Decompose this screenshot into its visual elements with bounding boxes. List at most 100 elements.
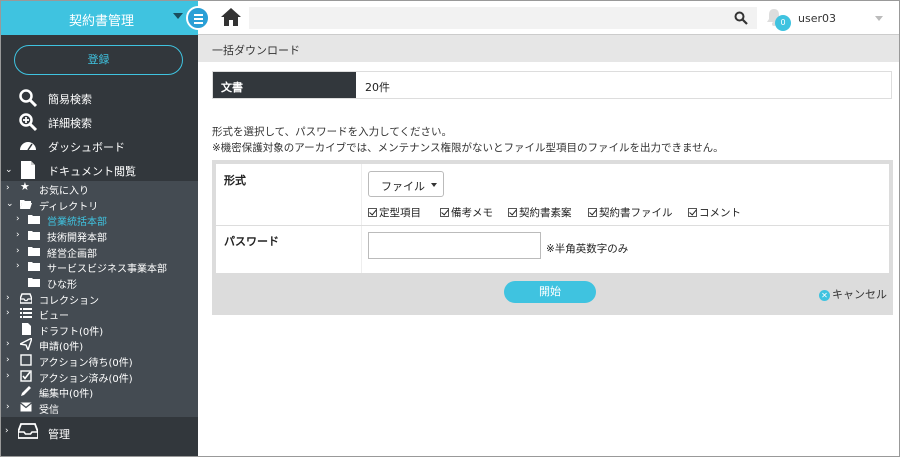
chevron-right-icon[interactable]: ›	[6, 293, 10, 303]
tree-item-tech-dev[interactable]: › 技術開発本部	[1, 228, 198, 244]
inbox-icon	[20, 293, 32, 304]
chevron-down-icon[interactable]	[875, 16, 883, 21]
download-form: 形式 ファイル 定型項目 備考メモ 契約書素案 契約書ファイル コメント パスワ…	[212, 160, 893, 315]
summary-value: 20件	[365, 81, 390, 94]
warning-text: ※機密保護対象のアーカイブでは、メンテナンス権限がないとファイル型項目のファイル…	[212, 142, 724, 154]
checkbox-checked-icon[interactable]	[440, 208, 449, 217]
checkbox-comment[interactable]: コメント	[688, 205, 741, 220]
page-header: 一括ダウンロード	[198, 35, 899, 62]
tree-item-label: ディレクトリ	[39, 202, 99, 213]
close-icon: ✕	[819, 290, 830, 301]
tree-item-label: サービスビジネス事業本部	[47, 264, 167, 275]
tree-item-label: アクション待ち(0件)	[39, 358, 133, 369]
tree-item-service-business[interactable]: › サービスビジネス事業本部	[1, 259, 198, 275]
password-input[interactable]	[368, 232, 541, 259]
tree-item-label: 申請(0件)	[39, 342, 84, 353]
tree-item-label: コレクション	[39, 296, 99, 307]
search-icon[interactable]	[734, 11, 748, 25]
sidebar-item-label: ドキュメント閲覧	[48, 165, 136, 178]
checkbox-label: 契約書ファイル	[599, 207, 673, 219]
document-icon	[21, 161, 35, 179]
tree-item-label: ビュー	[39, 311, 69, 322]
checkbox-checked-icon[interactable]	[368, 208, 377, 217]
password-note: ※半角英数字のみ	[546, 243, 629, 255]
checkbox-contract-file[interactable]: 契約書ファイル	[588, 205, 673, 220]
tree-item-sales-hq[interactable]: › 営業統括本部	[1, 212, 198, 228]
summary-label: 文書	[213, 72, 356, 98]
tree-item-label: 受信	[39, 405, 59, 416]
chevron-down-icon[interactable]: ⌄	[6, 199, 14, 209]
tree-item-draft[interactable]: ドラフト(0件)	[1, 322, 198, 338]
tree-item-templates[interactable]: ひな形	[1, 275, 198, 291]
tree-item-application[interactable]: › 申請(0件)	[1, 337, 198, 353]
list-icon	[20, 308, 32, 318]
chevron-right-icon[interactable]: ›	[6, 371, 10, 381]
folder-icon	[28, 278, 40, 287]
notification-badge[interactable]: 0	[775, 15, 791, 31]
sidebar-item-dashboard[interactable]: ダッシュボード	[1, 135, 198, 157]
tree-item-corporate-planning[interactable]: › 経営企画部	[1, 244, 198, 260]
chevron-down-icon[interactable]: ⌄	[5, 165, 13, 175]
chevron-right-icon[interactable]: ›	[6, 402, 10, 412]
sidebar-item-label: 簡易検索	[48, 93, 92, 106]
form-panel: 形式 ファイル 定型項目 備考メモ 契約書素案 契約書ファイル コメント パスワ…	[216, 164, 889, 273]
chevron-right-icon[interactable]: ›	[16, 230, 20, 240]
tree-item-action-pending[interactable]: › アクション待ち(0件)	[1, 353, 198, 369]
sidebar-item-label: 管理	[48, 428, 70, 441]
user-menu[interactable]: user03	[798, 12, 836, 25]
home-icon[interactable]	[220, 7, 242, 27]
tree-item-collection[interactable]: › コレクション	[1, 291, 198, 307]
checkbox-checked-icon[interactable]	[588, 208, 597, 217]
checkbox-standard-items[interactable]: 定型項目	[368, 205, 421, 220]
chevron-right-icon[interactable]: ›	[5, 426, 9, 436]
caret-down-icon	[431, 183, 437, 187]
chevron-right-icon[interactable]: ›	[6, 183, 10, 193]
folder-icon	[28, 231, 40, 240]
search-icon	[19, 89, 38, 108]
sidebar-item-advanced-search[interactable]: 詳細検索	[1, 111, 198, 133]
chevron-right-icon[interactable]: ›	[6, 355, 10, 365]
chevron-right-icon[interactable]: ›	[6, 308, 10, 318]
tree-item-editing[interactable]: 編集中(0件)	[1, 384, 198, 400]
tree-item-inbox[interactable]: › 受信	[1, 400, 198, 416]
pencil-icon	[21, 386, 31, 396]
search-input[interactable]	[249, 7, 757, 29]
tree-item-label: アクション済み(0件)	[39, 374, 133, 385]
format-select[interactable]: ファイル	[368, 171, 444, 197]
tree-item-label: ドラフト(0件)	[39, 327, 104, 338]
chevron-right-icon[interactable]: ›	[6, 339, 10, 349]
hamburger-bar	[194, 18, 203, 20]
chevron-right-icon[interactable]: ›	[16, 246, 20, 256]
instruction-text: 形式を選択して、パスワードを入力してください。	[212, 126, 453, 138]
format-label: 形式	[224, 174, 246, 187]
sidebar-item-admin[interactable]: › 管理	[1, 417, 198, 447]
start-button[interactable]: 開始	[504, 281, 596, 303]
tree-item-label: ひな形	[47, 280, 77, 291]
hamburger-bar	[194, 22, 203, 24]
chevron-right-icon[interactable]: ›	[16, 214, 20, 224]
menu-toggle-button[interactable]	[186, 6, 210, 30]
sidebar-item-document-browse[interactable]: ⌄ ドキュメント閲覧	[1, 159, 198, 181]
checkbox-draft-contract[interactable]: 契約書素案	[508, 205, 572, 220]
sidebar-item-label: ダッシュボード	[48, 141, 125, 154]
cancel-button[interactable]: ✕ キャンセル	[819, 286, 887, 302]
chevron-down-icon[interactable]	[173, 13, 183, 19]
checkbox-checked-icon[interactable]	[508, 208, 517, 217]
format-select-value: ファイル	[381, 180, 425, 193]
register-button[interactable]: 登録	[14, 45, 183, 75]
checkbox-memo[interactable]: 備考メモ	[440, 205, 493, 220]
tree-item-view[interactable]: › ビュー	[1, 306, 198, 322]
checkbox-checked-icon[interactable]	[688, 208, 697, 217]
password-label: パスワード	[224, 235, 279, 248]
file-icon	[22, 323, 31, 335]
sidebar-item-quick-search[interactable]: 簡易検索	[1, 87, 198, 109]
tree-item-action-done[interactable]: › アクション済み(0件)	[1, 369, 198, 385]
tree-item-directory[interactable]: ⌄ ディレクトリ	[1, 197, 198, 213]
tree-item-favorites[interactable]: › ★ お気に入り	[1, 180, 198, 197]
app-brand[interactable]: 契約書管理	[1, 1, 198, 35]
folder-icon	[28, 215, 40, 224]
chevron-right-icon[interactable]: ›	[16, 261, 20, 271]
document-browse-section: ⌄ ドキュメント閲覧 › ★ お気に入り ⌄ ディレクトリ › 営業統括本部 ›…	[1, 159, 198, 417]
folder-icon	[28, 247, 40, 256]
tree-item-label: 技術開発本部	[47, 233, 107, 244]
